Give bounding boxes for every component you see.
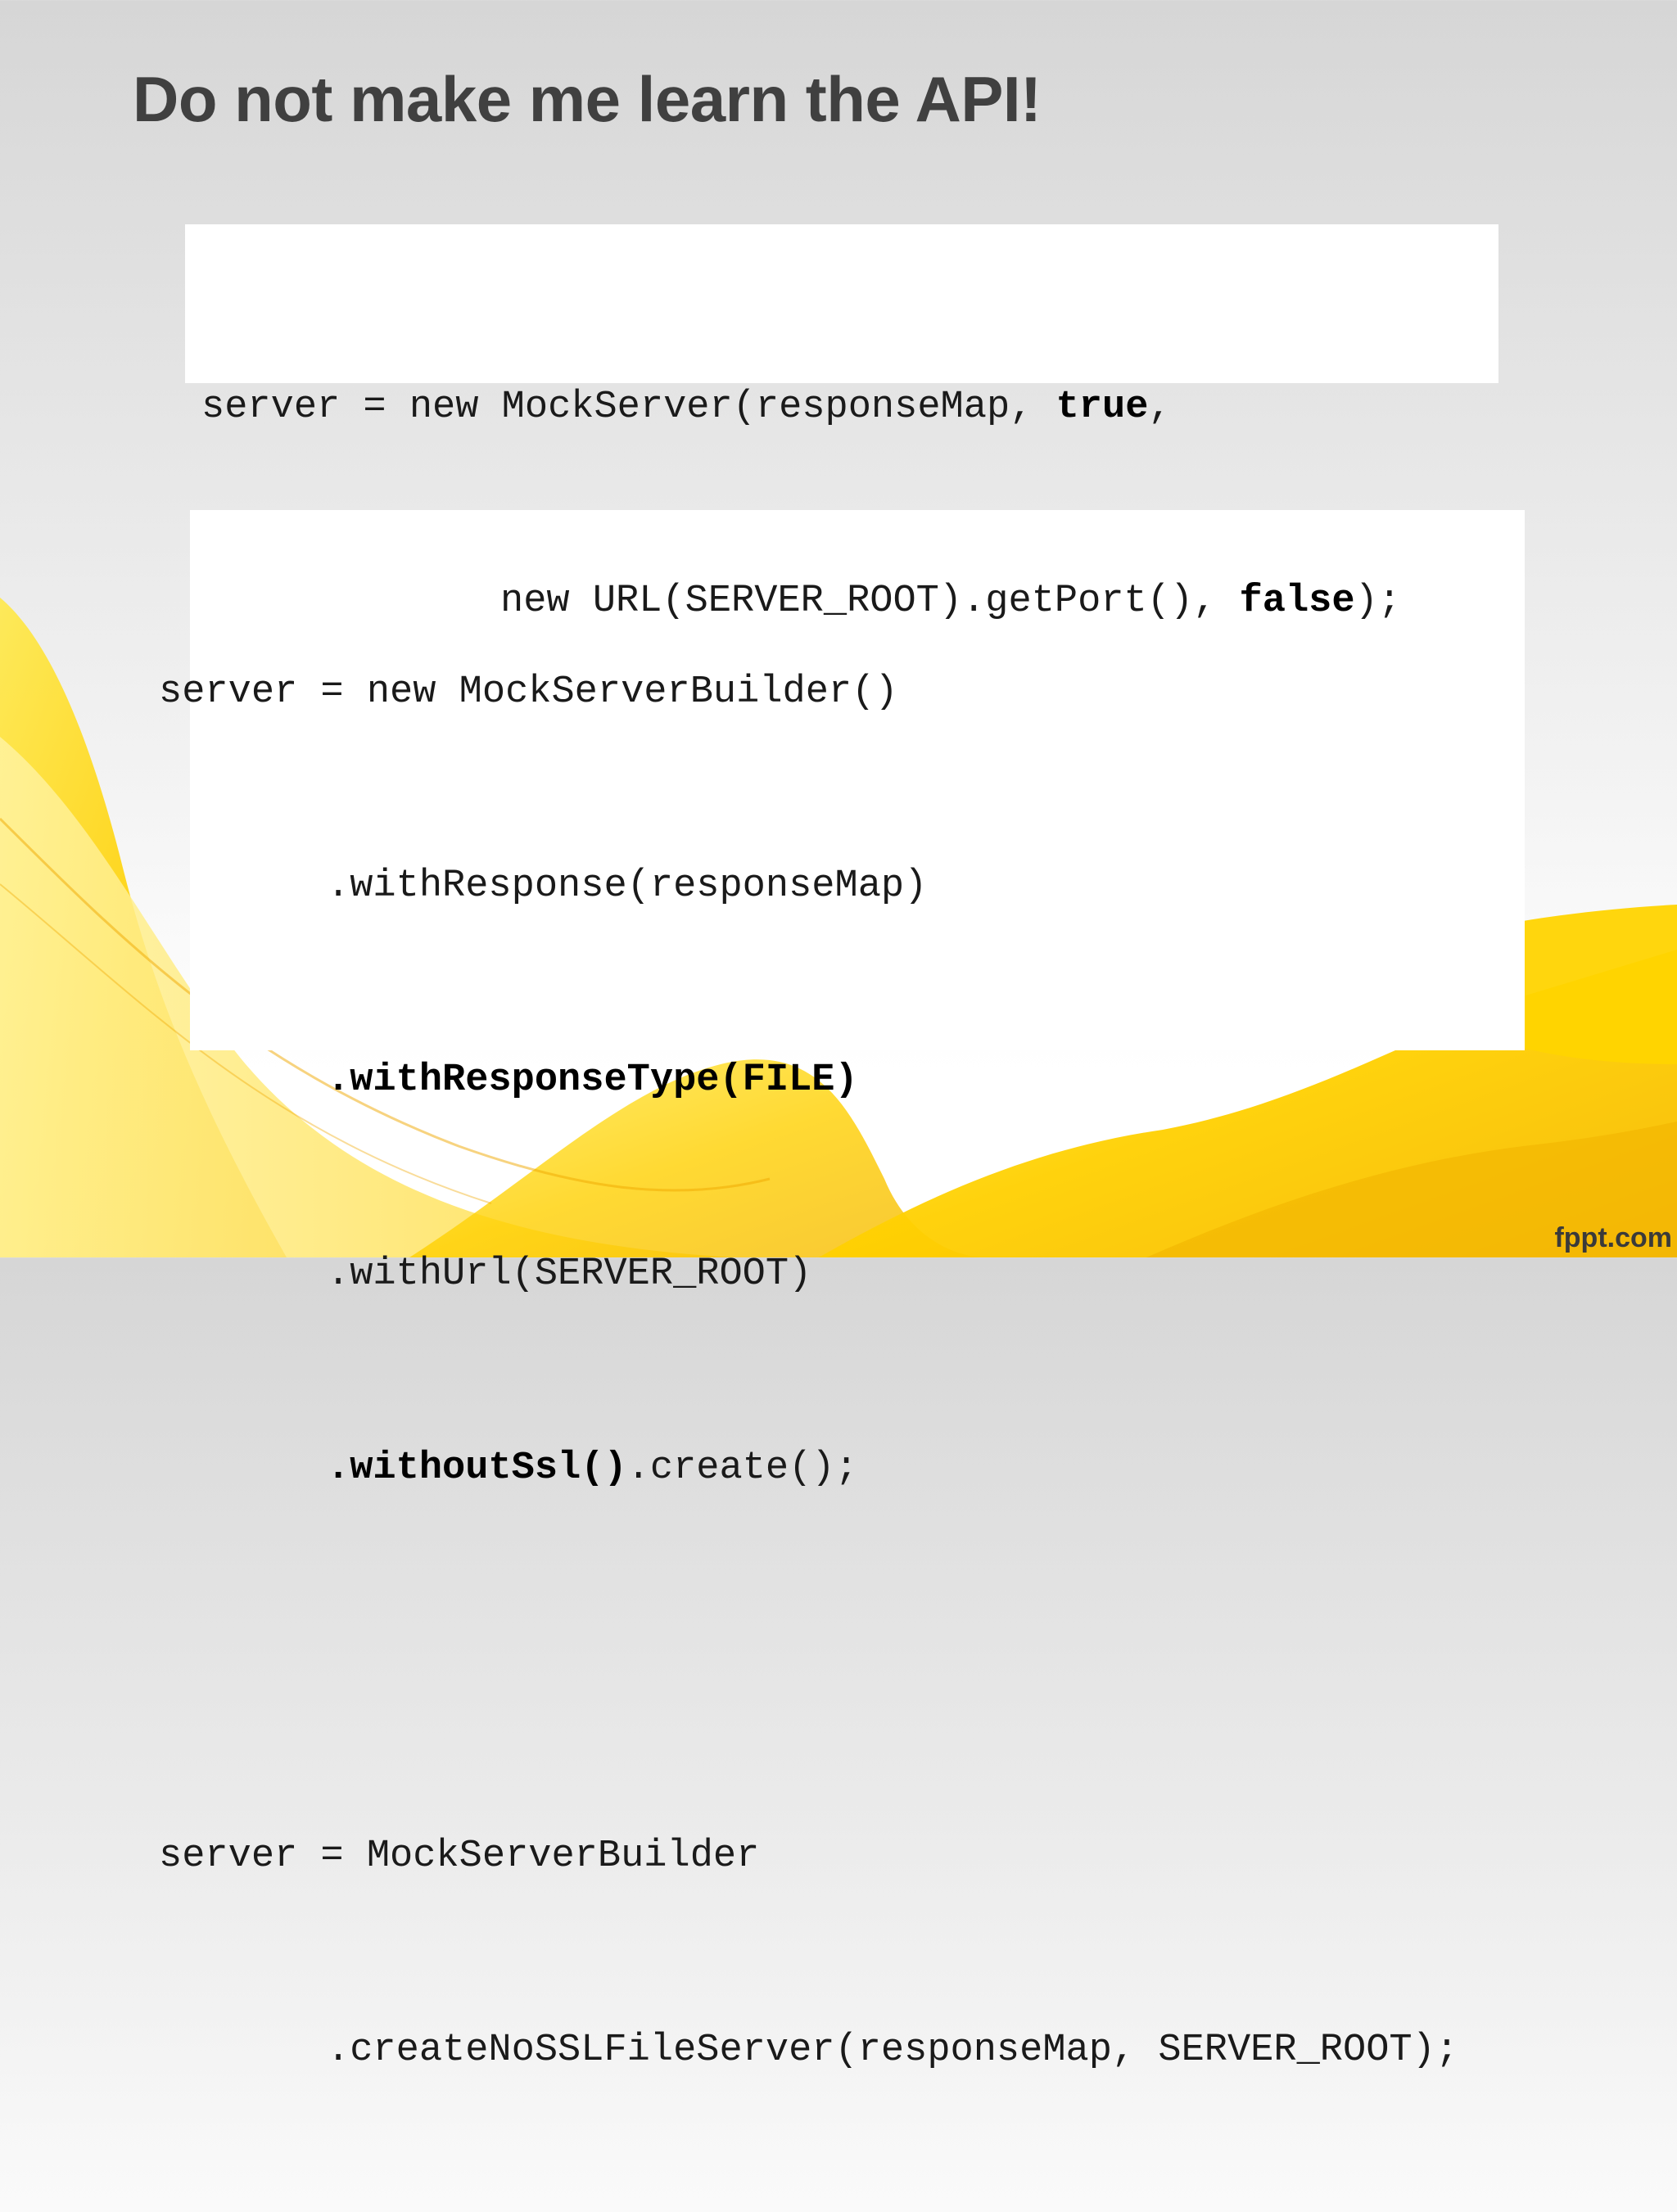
- builder-code: server = new MockServerBuilder() .withRe…: [159, 530, 1458, 2212]
- code-line: server = MockServerBuilder: [159, 1835, 760, 1878]
- code-line: .createNoSSLFileServer(responseMap, SERV…: [327, 2029, 1459, 2072]
- slide-title: Do not make me learn the API!: [133, 63, 1042, 135]
- code-text: server = new MockServer(responseMap,: [201, 386, 1056, 429]
- code-line: .withResponse(responseMap): [327, 864, 928, 908]
- code-line: server = new MockServerBuilder(): [159, 670, 898, 714]
- code-text: ,: [1148, 386, 1172, 429]
- code-line-highlight: .withoutSsl().create();: [159, 1436, 1458, 1501]
- code-method-highlight: .withoutSsl(): [327, 1447, 627, 1490]
- code-line: server = new MockServer(responseMap, tru…: [201, 375, 1401, 440]
- code-line-highlight: .withResponseType(FILE): [159, 1048, 1458, 1113]
- code-text: .create();: [626, 1447, 858, 1490]
- brand-logo: fppt.com: [1554, 1222, 1672, 1253]
- code-line: .withUrl(SERVER_ROOT): [327, 1253, 812, 1296]
- code-method-highlight: .withResponseType(FILE): [327, 1059, 858, 1102]
- slide: Do not make me learn the API! server = n…: [0, 0, 1677, 2072]
- code-keyword-true: true: [1055, 386, 1149, 429]
